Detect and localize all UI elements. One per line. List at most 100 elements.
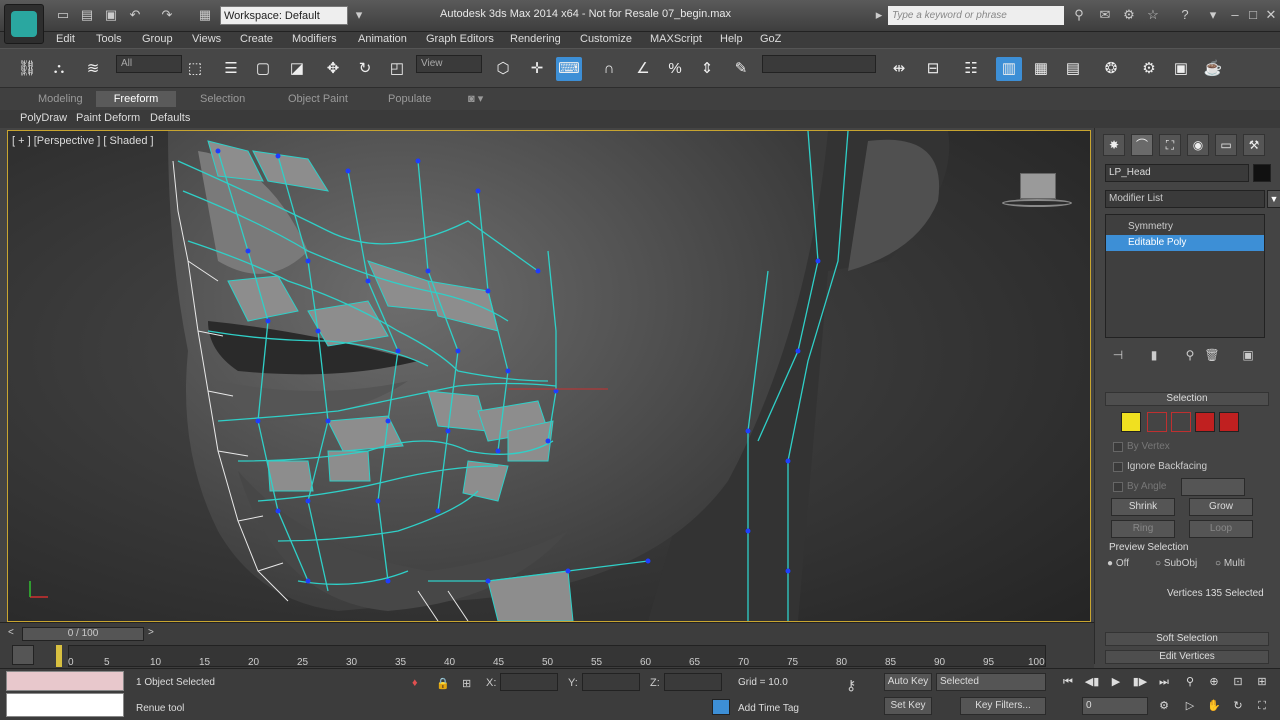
menu-rendering[interactable]: Rendering: [510, 33, 561, 45]
menu-modifiers[interactable]: Modifiers: [292, 33, 337, 45]
favorites-icon[interactable]: ☆: [1144, 6, 1162, 24]
help-chevron-icon[interactable]: ▾: [1204, 6, 1222, 24]
set-key-button[interactable]: Set Key: [884, 697, 932, 715]
shrink-button[interactable]: Shrink: [1111, 498, 1175, 516]
select-object-icon[interactable]: ⬚: [182, 57, 208, 81]
angle-spinner[interactable]: [1181, 478, 1245, 496]
selection-rollout-header[interactable]: Selection: [1105, 392, 1269, 406]
align-icon[interactable]: ⊟: [920, 57, 946, 81]
redo-icon[interactable]: ↷: [158, 6, 176, 24]
rectangular-selection-icon[interactable]: ▢: [250, 57, 276, 81]
angle-snap-icon[interactable]: ∠: [630, 57, 656, 81]
vertex-select-icon[interactable]: [1121, 412, 1141, 432]
named-selection-sets-dropdown[interactable]: [762, 55, 876, 73]
loop-button[interactable]: Loop: [1189, 520, 1253, 538]
utilities-tab-icon[interactable]: ⚒: [1243, 134, 1265, 156]
modifier-list-dropdown[interactable]: Modifier List: [1105, 190, 1265, 208]
maxscript-listener-input[interactable]: [6, 671, 124, 691]
mirror-icon[interactable]: ⇹: [886, 57, 912, 81]
viewcube-icon[interactable]: [1002, 171, 1072, 211]
binoculars-icon[interactable]: ⚲: [1070, 6, 1088, 24]
object-name-field[interactable]: LP_Head: [1105, 164, 1249, 182]
previous-frame-icon[interactable]: ◀▮: [1082, 673, 1102, 691]
preview-multi-radio[interactable]: ○ Multi: [1215, 558, 1245, 569]
snaps-toggle-icon[interactable]: ∩: [596, 57, 622, 81]
select-by-name-icon[interactable]: ☰: [218, 57, 244, 81]
workspace-dropdown[interactable]: Workspace: Default: [220, 6, 348, 25]
panel-defaults[interactable]: Defaults: [150, 112, 190, 124]
z-coordinate-field[interactable]: [664, 673, 722, 691]
soft-selection-rollout-header[interactable]: Soft Selection: [1105, 632, 1269, 646]
menu-tools[interactable]: Tools: [96, 33, 122, 45]
menu-views[interactable]: Views: [192, 33, 221, 45]
new-file-icon[interactable]: ▭: [54, 6, 72, 24]
time-configuration-icon[interactable]: ⚙: [1154, 697, 1174, 715]
undo-icon[interactable]: ↶: [126, 6, 144, 24]
menu-maxscript[interactable]: MAXScript: [650, 33, 702, 45]
render-production-icon[interactable]: ☕: [1200, 57, 1226, 81]
search-arrow-icon[interactable]: ▸: [870, 6, 888, 24]
help-icon[interactable]: ?: [1176, 6, 1194, 24]
hierarchy-tab-icon[interactable]: ⛶: [1159, 134, 1181, 156]
selection-filter-dropdown[interactable]: All: [116, 55, 182, 73]
rotate-icon[interactable]: ↻: [352, 57, 378, 81]
time-slider-prev-icon[interactable]: <: [8, 627, 14, 638]
percent-snap-icon[interactable]: %: [662, 57, 688, 81]
polygon-select-icon[interactable]: [1195, 412, 1215, 432]
time-slider-next-icon[interactable]: >: [148, 627, 154, 638]
menu-group[interactable]: Group: [142, 33, 173, 45]
tab-modeling[interactable]: Modeling: [32, 91, 89, 107]
window-crossing-icon[interactable]: ◪: [284, 57, 310, 81]
menu-edit[interactable]: Edit: [56, 33, 75, 45]
remove-modifier-icon[interactable]: 🗑: [1203, 346, 1221, 364]
time-slider[interactable]: 0 / 100: [22, 627, 144, 641]
menu-graph-editors[interactable]: Graph Editors: [426, 33, 494, 45]
edit-vertices-rollout-header[interactable]: Edit Vertices: [1105, 650, 1269, 664]
selection-lock-icon[interactable]: 🔒: [436, 677, 450, 690]
grow-button[interactable]: Grow: [1189, 498, 1253, 516]
create-tab-icon[interactable]: ✸: [1103, 134, 1125, 156]
modify-tab-icon[interactable]: ⌒: [1131, 134, 1153, 156]
tab-object-paint[interactable]: Object Paint: [282, 91, 354, 107]
tab-freeform[interactable]: Freeform: [96, 91, 176, 107]
communication-center-icon[interactable]: ✉: [1096, 6, 1114, 24]
chevron-down-icon[interactable]: ▼: [1267, 190, 1280, 208]
by-vertex-checkbox[interactable]: [1113, 442, 1123, 452]
schematic-view-icon[interactable]: ▤: [1060, 57, 1086, 81]
maximize-viewport-icon[interactable]: ⛶: [1252, 697, 1272, 715]
orbit-icon[interactable]: ↻: [1228, 697, 1248, 715]
configure-modifier-sets-icon[interactable]: ▣: [1239, 346, 1257, 364]
motion-tab-icon[interactable]: ◉: [1187, 134, 1209, 156]
element-select-icon[interactable]: [1219, 412, 1239, 432]
isolate-selection-icon[interactable]: ♦: [412, 677, 418, 689]
pin-stack-icon[interactable]: ⊣: [1109, 346, 1127, 364]
menu-goz[interactable]: GoZ: [760, 33, 781, 45]
maximize-icon[interactable]: □: [1244, 6, 1262, 24]
viewport-label[interactable]: [ + ] [Perspective ] [ Shaded ]: [12, 135, 154, 147]
minimize-icon[interactable]: –: [1226, 6, 1244, 24]
material-editor-icon[interactable]: ❂: [1098, 57, 1124, 81]
key-mode-dropdown[interactable]: Selected: [936, 673, 1046, 691]
menu-help[interactable]: Help: [720, 33, 743, 45]
edge-select-icon[interactable]: [1147, 412, 1167, 432]
key-filters-button[interactable]: Key Filters...: [960, 697, 1046, 715]
stack-item-editable-poly[interactable]: Editable Poly: [1106, 235, 1264, 251]
open-file-icon[interactable]: ▤: [78, 6, 96, 24]
display-tab-icon[interactable]: ▭: [1215, 134, 1237, 156]
add-time-tag[interactable]: Add Time Tag: [738, 703, 799, 714]
pan-view-icon[interactable]: ✋: [1204, 697, 1224, 715]
x-coordinate-field[interactable]: [500, 673, 558, 691]
use-pivot-icon[interactable]: ⬡: [490, 57, 516, 81]
maxscript-output[interactable]: [6, 693, 124, 717]
close-icon[interactable]: ✕: [1262, 6, 1280, 24]
auto-key-button[interactable]: Auto Key: [884, 673, 932, 691]
edit-named-selection-icon[interactable]: ✎: [728, 57, 754, 81]
panel-paint-deform[interactable]: Paint Deform: [76, 112, 140, 124]
ribbon-options-icon[interactable]: ◙ ▾: [462, 91, 489, 107]
track-bar[interactable]: [68, 645, 1046, 667]
mini-curve-editor-icon[interactable]: [12, 645, 34, 665]
tab-selection[interactable]: Selection: [194, 91, 251, 107]
current-frame-field[interactable]: 0: [1082, 697, 1148, 715]
border-select-icon[interactable]: [1171, 412, 1191, 432]
stack-item-symmetry[interactable]: Symmetry: [1106, 219, 1264, 235]
